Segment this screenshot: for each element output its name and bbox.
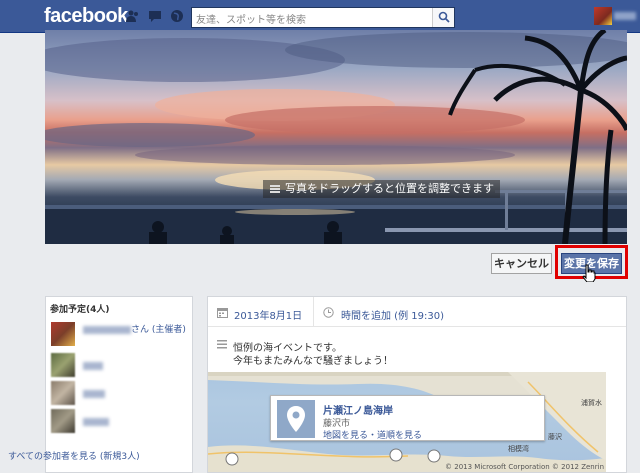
search-input[interactable]: 友達、スポット等を検索 xyxy=(191,7,455,28)
attendee-avatar[interactable] xyxy=(51,381,75,405)
cancel-button[interactable]: キャンセル xyxy=(491,253,552,274)
event-details-panel: 2013年8月1日 時間を追加 (例 19:30) 恒例の海イベントです。 今年… xyxy=(207,296,627,473)
map-copyright: © 2013 Microsoft Corporation © 2012 Zenr… xyxy=(445,463,604,471)
divider xyxy=(313,297,314,327)
event-description-line2: 今年もまたみんなで騒ぎましょう！ xyxy=(233,356,393,367)
facebook-logo[interactable]: facebook xyxy=(44,5,128,28)
messages-icon[interactable] xyxy=(148,9,162,23)
attendees-panel: 参加予定(4人) さん (主催者) xyxy=(45,296,193,473)
map-label: 浦賀水 xyxy=(581,399,602,407)
map-directions-links[interactable]: 地図を見る・道順を見る xyxy=(323,428,422,441)
attendee-avatar[interactable] xyxy=(51,322,75,346)
attendee-name-redacted[interactable] xyxy=(83,361,103,371)
map-label: 藤沢 xyxy=(548,433,562,441)
attendee-name-redacted[interactable] xyxy=(83,389,105,399)
profile-avatar[interactable] xyxy=(594,7,612,25)
search-placeholder: 友達、スポット等を検索 xyxy=(196,15,306,26)
notifications-globe-icon[interactable] xyxy=(170,9,184,23)
map-pin-icon xyxy=(287,406,305,432)
place-card[interactable]: 片瀬江ノ島海岸 藤沢市 地図を見る・道順を見る xyxy=(270,395,545,441)
attendee-host[interactable]: さん (主催者) xyxy=(83,324,191,336)
friend-requests-icon[interactable] xyxy=(126,9,140,23)
profile-name-redacted[interactable] xyxy=(614,12,636,20)
redacted-name xyxy=(83,325,131,334)
add-time-link[interactable]: 時間を追加 (例 19:30) xyxy=(341,307,444,322)
place-pin-tile xyxy=(277,400,315,438)
cover-photo[interactable]: 写真をドラッグすると位置を調整できます xyxy=(45,30,627,244)
drag-to-reposition-hint: 写真をドラッグすると位置を調整できます xyxy=(263,180,500,198)
attendees-title[interactable]: 参加予定(4人) xyxy=(50,302,110,315)
drag-hint-text: 写真をドラッグすると位置を調整できます xyxy=(285,182,494,195)
map-label: 相模湾 xyxy=(508,445,529,453)
attendee-name-redacted[interactable] xyxy=(83,417,109,427)
attendee-avatar[interactable] xyxy=(51,409,75,433)
description-icon xyxy=(217,340,227,349)
attendee-avatar[interactable] xyxy=(51,353,75,377)
date-time-row: 2013年8月1日 時間を追加 (例 19:30) xyxy=(208,297,626,327)
top-bar: facebook 友達、スポット等を検索 xyxy=(0,0,640,33)
place-name-link[interactable]: 片瀬江ノ島海岸 xyxy=(323,402,393,417)
see-all-attendees-link[interactable]: すべての参加者を見る (新規3人) xyxy=(8,449,140,462)
hand-cursor-icon xyxy=(582,264,596,282)
search-icon xyxy=(438,11,450,23)
event-date[interactable]: 2013年8月1日 xyxy=(234,307,302,322)
calendar-icon xyxy=(217,308,228,318)
search-button[interactable] xyxy=(432,8,454,27)
location-map[interactable]: 浦賀水 相模湾 藤沢 片瀬江ノ島海岸 藤沢市 地図を見る・道順を見る © 201… xyxy=(208,372,606,472)
drag-handle-icon xyxy=(270,185,280,193)
host-suffix: さん (主催者) xyxy=(131,325,186,335)
clock-icon xyxy=(323,307,334,318)
